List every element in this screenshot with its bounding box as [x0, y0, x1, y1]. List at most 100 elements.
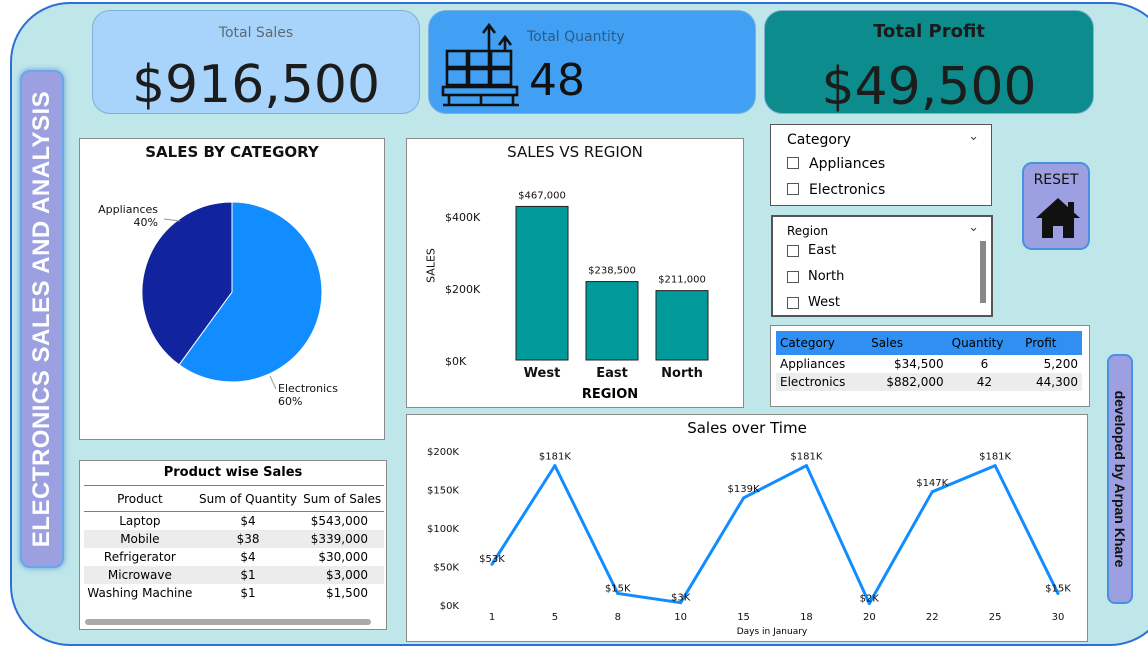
time-xtick: 22 [926, 612, 939, 623]
table-cell: $4 [240, 513, 256, 528]
sales-data-label: $2K [860, 593, 880, 604]
option-west[interactable]: West [808, 295, 840, 310]
option-appliances[interactable]: Appliances [809, 156, 885, 172]
table-cell: $339,000 [310, 531, 368, 546]
developer-credit-text: developed by Arpan Khare [1112, 390, 1128, 568]
table-cell: Refrigerator [103, 549, 176, 564]
sales-by-category-panel: SALES BY CATEGORY Appliances 40% Electro… [79, 138, 385, 440]
sales-data-label: $15K [1045, 583, 1071, 594]
reset-button[interactable]: RESET [1022, 162, 1090, 250]
summary-header-row: Category Sales Quantity Profit [776, 331, 1082, 355]
summary-col-profit[interactable]: Profit [1021, 331, 1082, 355]
product-col-quantity[interactable]: Sum of Quantity [196, 486, 301, 512]
total-profit-value: $49,500 [821, 57, 1037, 117]
region-bar-west[interactable] [515, 205, 569, 361]
product-header-row: Product Sum of Quantity Sum of Sales [84, 485, 384, 512]
table-cell: Appliances [780, 357, 846, 371]
table-cell: Washing Machine [87, 585, 193, 600]
sales-data-label: $181K [979, 452, 1011, 463]
table-row[interactable]: Microwave $1 $3,000 [84, 565, 384, 584]
region-bar-east[interactable] [585, 281, 639, 361]
sales-point[interactable] [742, 496, 746, 500]
region-bar-data-label: $211,000 [658, 275, 706, 286]
dashboard-title-banner: ELECTRONICS SALES AND ANALYSIS [20, 70, 64, 568]
total-profit-label: Total Profit [873, 21, 985, 42]
time-xtick: 10 [674, 612, 687, 623]
sales-data-label: $181K [539, 452, 571, 463]
appliances-label: Appliances 40% [98, 203, 158, 229]
pie-chart[interactable] [80, 139, 386, 441]
total-sales-card: Total Sales $916,500 [92, 10, 420, 115]
table-row[interactable]: Appliances $34,500 6 5,200 [776, 355, 1082, 373]
table-cell: $4 [240, 549, 256, 564]
region-bar-chart[interactable]: $467,000 West $238,500 East $211,000 North [407, 139, 745, 409]
sales-point[interactable] [930, 490, 934, 494]
table-cell: $30,000 [318, 549, 368, 564]
option-electronics[interactable]: Electronics [809, 182, 885, 198]
sales-point[interactable] [553, 464, 557, 468]
checkbox-appliances[interactable] [787, 157, 799, 169]
table-cell: $3,000 [326, 567, 368, 582]
option-north[interactable]: North [808, 269, 844, 284]
region-slicer-title: Region [787, 224, 829, 238]
sales-point[interactable] [804, 464, 808, 468]
reset-label: RESET [1033, 172, 1079, 188]
table-row[interactable]: Laptop $4 $543,000 [84, 512, 384, 530]
warehouse-boxes-icon [441, 22, 519, 107]
sales-line-chart[interactable]: $0K $50K $100K $150K $200K $53K 1 $181K 5 $15K 8 $3… [407, 415, 1089, 643]
total-sales-label: Total Sales [218, 25, 294, 41]
region-category-label: West [524, 366, 561, 381]
table-cell: Mobile [120, 531, 160, 546]
product-col-product[interactable]: Product [84, 486, 196, 512]
sales-point[interactable] [993, 464, 997, 468]
table-cell: $1 [240, 585, 256, 600]
summary-col-sales[interactable]: Sales [867, 331, 948, 355]
product-col-sales[interactable]: Sum of Sales [300, 486, 384, 512]
table-cell: $34,500 [894, 357, 944, 371]
table-row[interactable]: Electronics $882,000 42 44,300 [776, 373, 1082, 391]
region-category-label: East [596, 366, 628, 381]
time-xtick: 25 [989, 612, 1002, 623]
table-cell: 44,300 [1036, 375, 1078, 389]
option-east[interactable]: East [808, 243, 836, 258]
category-summary-table: Category Sales Quantity Profit Appliance… [770, 325, 1090, 407]
table-row[interactable]: Washing Machine $1 $1,500 [84, 584, 384, 602]
chevron-down-icon[interactable]: ⌄ [968, 129, 979, 144]
total-quantity-label: Total Quantity [527, 29, 625, 45]
table-cell: Electronics [780, 375, 846, 389]
total-sales-value: $916,500 [131, 55, 381, 115]
time-xtick: 15 [737, 612, 750, 623]
time-xtick: 1 [489, 612, 495, 623]
region-bar-north[interactable] [655, 290, 709, 361]
checkbox-electronics[interactable] [787, 183, 799, 195]
sales-vs-region-panel: SALES VS REGION $0K $200K $400K SALES RE… [406, 138, 744, 408]
home-icon [1036, 198, 1080, 238]
category-slicer: Category ⌄ Appliances Electronics [770, 124, 992, 206]
table-cell: 5,200 [1043, 357, 1078, 371]
table-row[interactable]: Mobile $38 $339,000 [84, 529, 384, 548]
region-slicer-scrollbar[interactable] [980, 241, 986, 303]
time-ytick: $100K [427, 524, 459, 535]
summary-col-category[interactable]: Category [776, 331, 867, 355]
time-ytick: $150K [427, 486, 459, 497]
checkbox-north[interactable] [787, 271, 799, 283]
table-cell: Laptop [119, 513, 161, 528]
total-quantity-card: Total Quantity 48 [428, 10, 756, 114]
table-row[interactable]: Refrigerator $4 $30,000 [84, 548, 384, 566]
summary-col-quantity[interactable]: Quantity [948, 331, 1022, 355]
product-table-scrollbar[interactable] [85, 619, 371, 625]
time-xtick: 8 [615, 612, 621, 623]
table-cell: $882,000 [886, 375, 944, 389]
sales-line[interactable] [490, 464, 1060, 605]
region-bar-data-label: $238,500 [588, 266, 636, 277]
electronics-label: Electronics 60% [278, 382, 338, 408]
checkbox-west[interactable] [787, 297, 799, 309]
table-cell: $543,000 [310, 513, 368, 528]
chevron-down-icon[interactable]: ⌄ [968, 220, 979, 235]
table-cell: $1 [240, 567, 256, 582]
checkbox-east[interactable] [787, 245, 799, 257]
region-category-label: North [661, 366, 703, 381]
time-xtick: 20 [863, 612, 876, 623]
electronics-label-pct: 60% [278, 395, 303, 408]
region-slicer: Region ⌄ East North West [771, 215, 993, 317]
